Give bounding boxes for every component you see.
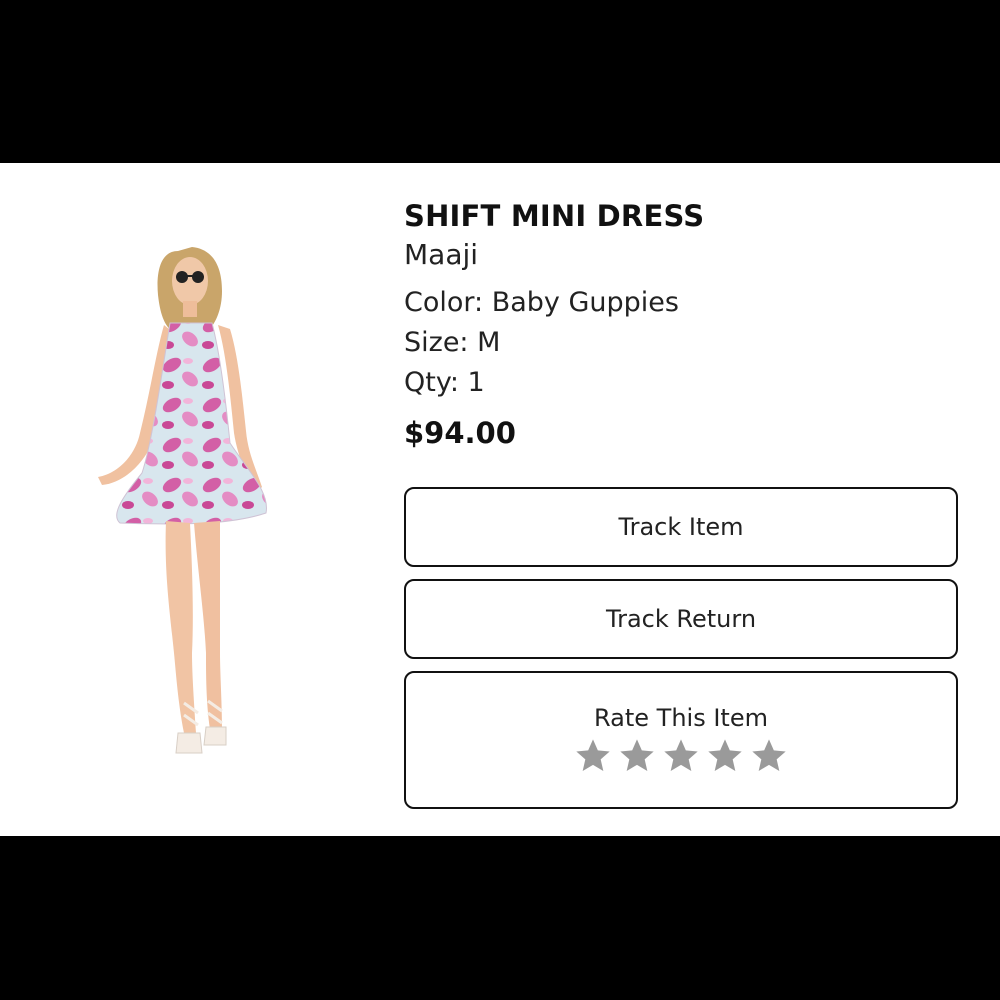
product-qty: Qty: 1 [404, 367, 485, 398]
track-item-button[interactable]: Track Item [404, 487, 958, 567]
product-title: SHIFT MINI DRESS [404, 199, 705, 233]
track-return-label: Track Return [605, 605, 757, 633]
dress-photo-icon [98, 247, 268, 754]
product-size: Size: M [404, 327, 501, 358]
star-rating[interactable] [573, 736, 789, 776]
track-item-label: Track Item [618, 513, 744, 541]
bottom-letterbox [0, 836, 1000, 1000]
product-brand: Maaji [404, 238, 479, 271]
track-return-button[interactable]: Track Return [404, 579, 958, 659]
star-icon[interactable] [749, 736, 789, 776]
rate-item-label: Rate This Item [594, 704, 768, 732]
top-letterbox [0, 0, 1000, 163]
product-image[interactable] [80, 233, 300, 783]
product-price: $94.00 [404, 416, 516, 450]
star-icon[interactable] [573, 736, 613, 776]
star-icon[interactable] [617, 736, 657, 776]
product-color: Color: Baby Guppies [404, 287, 679, 318]
order-item-card: SHIFT MINI DRESS Maaji Color: Baby Guppi… [0, 163, 1000, 836]
star-icon[interactable] [705, 736, 745, 776]
rate-item-button[interactable]: Rate This Item [404, 671, 958, 809]
product-details: SHIFT MINI DRESS Maaji Color: Baby Guppi… [404, 199, 964, 453]
star-icon[interactable] [661, 736, 701, 776]
